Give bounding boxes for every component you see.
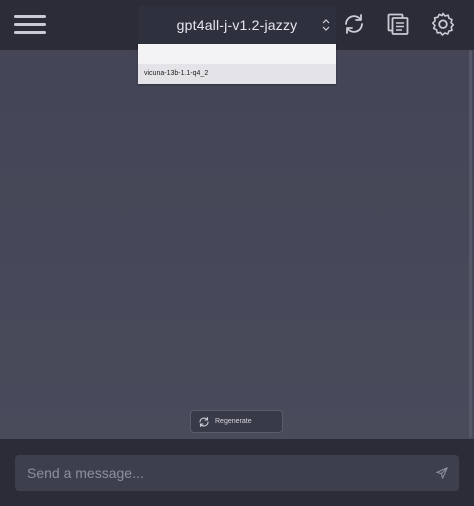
model-option-vicuna[interactable]: vicuna-13b-1.1-q4_2 bbox=[138, 64, 336, 84]
settings-gear-icon[interactable] bbox=[431, 12, 455, 36]
model-selector[interactable]: gpt4all-j-v1.2-jazzy bbox=[138, 6, 336, 44]
chevron-up-down-icon bbox=[322, 19, 330, 31]
copy-icon[interactable] bbox=[386, 12, 410, 36]
hamburger-menu-icon[interactable] bbox=[14, 13, 46, 37]
model-option-empty[interactable] bbox=[138, 44, 336, 64]
regenerate-response-button[interactable]: Regenerate response bbox=[190, 410, 283, 446]
message-input-container bbox=[15, 455, 459, 491]
chat-app-window: gpt4all-j-v1.2-jazzy vicuna-13b-1.1-q4_2… bbox=[0, 0, 474, 506]
refresh-icon[interactable] bbox=[342, 12, 366, 36]
refresh-icon bbox=[199, 416, 209, 428]
model-dropdown-list: vicuna-13b-1.1-q4_2 bbox=[138, 44, 336, 84]
menu-line bbox=[14, 23, 46, 26]
send-icon[interactable] bbox=[435, 466, 449, 480]
regenerate-response-label: Regenerate response bbox=[215, 418, 252, 446]
message-input[interactable] bbox=[15, 455, 425, 491]
menu-line bbox=[14, 15, 46, 18]
message-composer-bar bbox=[0, 439, 474, 506]
chat-scrollbar[interactable] bbox=[469, 50, 472, 438]
model-selector-value: gpt4all-j-v1.2-jazzy bbox=[176, 17, 298, 33]
menu-line bbox=[14, 31, 46, 34]
top-toolbar: gpt4all-j-v1.2-jazzy bbox=[0, 0, 474, 50]
